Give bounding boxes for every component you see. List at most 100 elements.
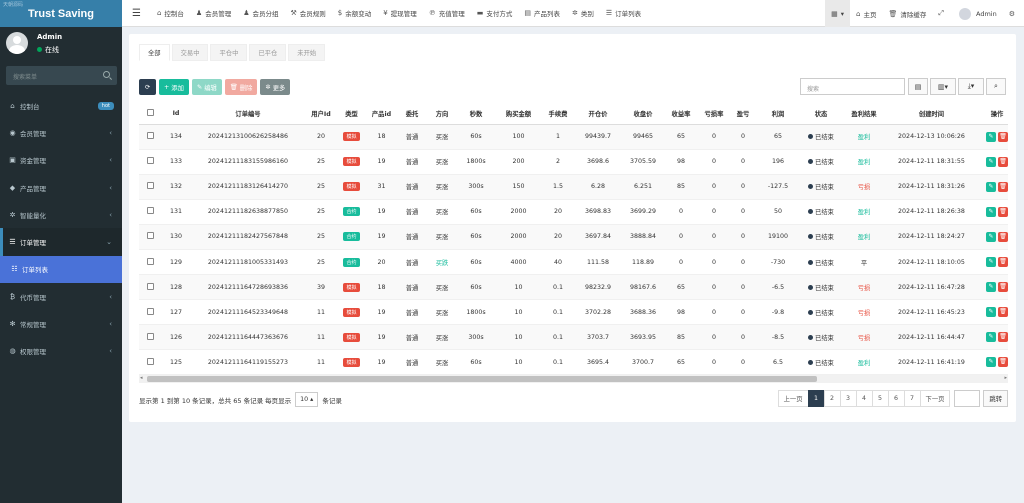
tab-1[interactable]: 交易中 (171, 44, 209, 61)
delete-row-button[interactable]: 🗑 (998, 357, 1008, 368)
row-checkbox[interactable] (139, 124, 161, 150)
export-button[interactable]: ⤓▾ (958, 78, 984, 95)
refresh-button[interactable]: ⟳ (139, 79, 156, 95)
row-checkbox[interactable] (139, 174, 161, 200)
edit-row-button[interactable]: ✎ (986, 156, 996, 167)
topnav-item-8[interactable]: ▤ 产品列表 (518, 0, 566, 27)
scrollbar-thumb[interactable] (147, 376, 817, 382)
table-row[interactable]: 133 20241211183155986160 25 模拟 19 普通 买涨 1800s 20… (139, 149, 1008, 175)
table-row[interactable]: 132 20241211183126414270 25 模拟 31 普通 买涨 300s 150… (139, 174, 1008, 200)
delete-row-button[interactable]: 🗑 (998, 131, 1008, 142)
topnav-item-3[interactable]: ⚒ 会员规则 (284, 0, 331, 27)
row-checkbox[interactable] (139, 224, 161, 250)
page-button[interactable]: 3 (839, 390, 857, 407)
scroll-left-icon[interactable]: ◂ (140, 375, 143, 381)
delete-button[interactable]: 🗑 删除 (224, 79, 258, 95)
table-row[interactable]: 130 20241211182427567848 25 合约 19 普通 买涨 60s 2000… (139, 224, 1008, 250)
menu-toggle-icon[interactable]: ☰ (122, 0, 151, 27)
delete-row-button[interactable]: 🗑 (998, 257, 1008, 268)
row-checkbox[interactable] (139, 349, 161, 375)
delete-row-button[interactable]: 🗑 (998, 156, 1008, 167)
home-link[interactable]: ⌂ 主页 (850, 0, 882, 27)
sidebar-item-4[interactable]: ✲ 智能量化 ‹ (0, 201, 122, 228)
topnav-item-9[interactable]: ✲ 类别 (566, 0, 600, 27)
page-button[interactable]: 4 (855, 390, 873, 407)
sidebar-item-1[interactable]: ◉ 会员管理 ‹ (0, 119, 122, 146)
page-button[interactable]: 5 (871, 390, 889, 407)
delete-row-button[interactable]: 🗑 (998, 332, 1008, 343)
tab-2[interactable]: 平仓中 (210, 44, 248, 61)
sidebar-search-input[interactable]: 搜索菜单 (6, 66, 117, 85)
sidebar-item-2[interactable]: ▣ 资金管理 ‹ (0, 147, 122, 174)
add-button[interactable]: + 添加 (159, 79, 189, 95)
topnav-item-5[interactable]: ¥ 提现管理 (377, 0, 422, 27)
table-row[interactable]: 134 20241213100626258486 20 模拟 18 普通 买涨 60s 100 1… (139, 124, 1008, 150)
table-row[interactable]: 126 20241211164447363676 11 模拟 19 普通 买涨 300s 10 0… (139, 324, 1008, 351)
row-checkbox[interactable] (139, 324, 161, 351)
row-checkbox[interactable] (139, 274, 161, 301)
table-row[interactable]: 129 20241211181005331493 25 合约 20 普通 买跌 60s 4000… (139, 249, 1008, 276)
edit-row-button[interactable]: ✎ (986, 206, 996, 217)
table-search-input[interactable]: 搜索 (800, 78, 905, 95)
app-logo[interactable]: 天朝源码 Trust Saving (0, 0, 122, 27)
more-button[interactable]: ✲ 更多 (260, 79, 291, 95)
edit-row-button[interactable]: ✎ (986, 181, 996, 192)
page-button[interactable]: 1 (807, 390, 825, 407)
edit-row-button[interactable]: ✎ (986, 332, 996, 343)
row-checkbox[interactable] (139, 149, 161, 175)
jump-button[interactable]: 跳转 (983, 390, 1008, 407)
row-checkbox[interactable] (139, 199, 161, 225)
row-checkbox[interactable] (139, 249, 161, 276)
settings-button[interactable]: ⚙ (1003, 0, 1024, 27)
sidebar-item-9[interactable]: ◍ 权限管理 ‹ (0, 338, 122, 365)
edit-row-button[interactable]: ✎ (986, 131, 996, 142)
horizontal-scrollbar[interactable]: ◂ ▸ (139, 375, 1008, 383)
advanced-search-button[interactable]: ⌕ (986, 78, 1006, 95)
edit-row-button[interactable]: ✎ (986, 257, 996, 268)
prev-page-button[interactable]: 上一页 (777, 390, 809, 407)
table-row[interactable]: 125 20241211164119155273 11 模拟 19 普通 买涨 60s 10 0.… (139, 349, 1008, 375)
table-row[interactable]: 131 20241211182638877850 25 合约 19 普通 买涨 60s 2000… (139, 199, 1008, 225)
topnav-item-4[interactable]: $ 余额变动 (332, 0, 377, 27)
sidebar-item-3[interactable]: ◆ 产品管理 ‹ (0, 174, 122, 201)
delete-row-button[interactable]: 🗑 (998, 231, 1008, 242)
table-row[interactable]: 128 20241211164728693836 39 模拟 18 普通 买涨 60s 10 0.… (139, 274, 1008, 301)
delete-row-button[interactable]: 🗑 (998, 181, 1008, 192)
page-button[interactable]: 2 (823, 390, 841, 407)
topnav-item-0[interactable]: ⌂ 控制台 (151, 0, 190, 27)
admin-menu[interactable]: Admin (953, 0, 1003, 27)
topnav-item-6[interactable]: ℗ 充值管理 (423, 0, 471, 27)
grid-dropdown-button[interactable]: ▦ ▾ (825, 0, 851, 27)
topnav-item-1[interactable]: ♟ 会员管理 (190, 0, 237, 27)
topnav-item-2[interactable]: ♟ 会员分组 (237, 0, 284, 27)
tab-0[interactable]: 全部 (139, 44, 170, 61)
edit-row-button[interactable]: ✎ (986, 282, 996, 293)
sidebar-item-7[interactable]: ₿ 代币管理 ‹ (0, 283, 122, 310)
topnav-item-7[interactable]: ▬ 支付方式 (471, 0, 519, 27)
row-checkbox[interactable] (139, 299, 161, 326)
jump-page-input[interactable] (954, 390, 981, 407)
columns-button[interactable]: ▥▾ (930, 78, 956, 95)
topnav-item-10[interactable]: ☰ 订单列表 (600, 0, 647, 27)
card-view-button[interactable]: ▤ (908, 78, 928, 95)
edit-row-button[interactable]: ✎ (986, 357, 996, 368)
select-all-checkbox[interactable] (139, 103, 161, 125)
page-button[interactable]: 7 (903, 390, 921, 407)
sidebar-item-6[interactable]: ☷ 订单列表 (0, 255, 122, 284)
search-icon[interactable] (103, 71, 110, 78)
edit-button[interactable]: ✎ 编辑 (191, 79, 222, 95)
edit-row-button[interactable]: ✎ (986, 231, 996, 242)
sidebar-item-0[interactable]: ⌂ 控制台 hot (0, 92, 122, 119)
delete-row-button[interactable]: 🗑 (998, 307, 1008, 318)
page-size-select[interactable]: 10 ▴ (295, 392, 319, 407)
sidebar-item-5[interactable]: ☰ 订单管理 ⌄ (0, 228, 122, 256)
scroll-right-icon[interactable]: ▸ (1004, 375, 1007, 381)
tab-4[interactable]: 未开始 (288, 44, 326, 61)
edit-row-button[interactable]: ✎ (986, 307, 996, 318)
delete-row-button[interactable]: 🗑 (998, 282, 1008, 293)
tab-3[interactable]: 已平仓 (249, 44, 287, 61)
next-page-button[interactable]: 下一页 (919, 390, 951, 407)
page-button[interactable]: 6 (887, 390, 905, 407)
table-row[interactable]: 127 20241211164523349648 11 模拟 19 普通 买涨 1800s 10… (139, 299, 1008, 326)
fullscreen-button[interactable]: ⤢ (932, 0, 953, 27)
